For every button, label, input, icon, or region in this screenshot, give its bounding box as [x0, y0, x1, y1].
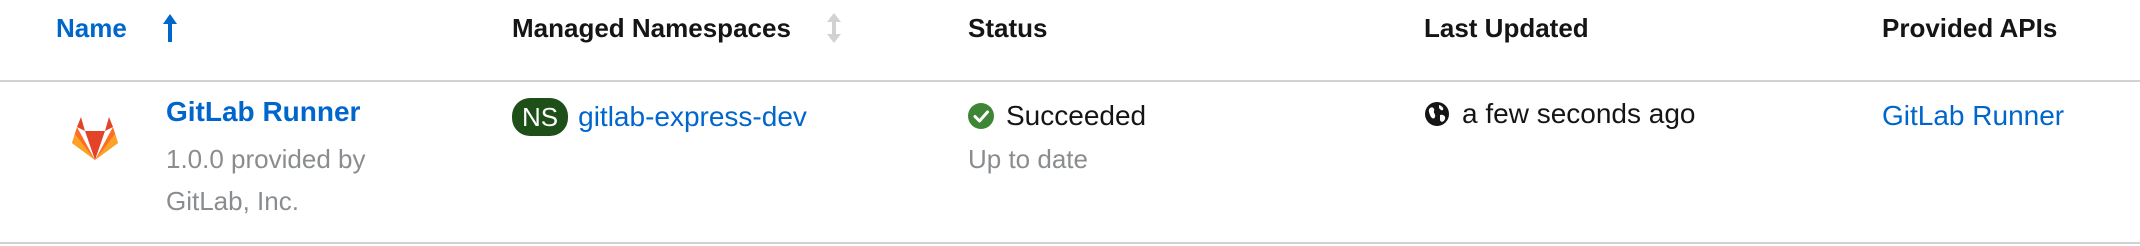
arrow-up-icon[interactable]	[162, 14, 177, 42]
table-row: GitLab Runner 1.0.0 provided by GitLab, …	[0, 82, 2140, 244]
column-header-provided-apis: Provided APIs	[1882, 10, 2057, 46]
installed-operators-table: Name Managed Namespaces Status Last Upda…	[0, 0, 2140, 246]
status-text: Succeeded	[1006, 100, 1147, 131]
provided-api-link[interactable]: GitLab Runner	[1882, 100, 2064, 132]
column-header-last-updated-label: Last Updated	[1424, 12, 1589, 43]
column-header-name[interactable]: Name	[56, 10, 177, 46]
last-updated-cell: a few seconds ago	[1424, 98, 1696, 130]
sort-both-icon[interactable]	[826, 13, 841, 43]
column-header-status: Status	[968, 10, 1047, 46]
gitlab-logo-icon	[70, 114, 120, 164]
column-header-provided-apis-label: Provided APIs	[1882, 12, 2058, 43]
managed-namespace-cell: NS gitlab-express-dev	[512, 98, 807, 136]
status-cell: Succeeded	[968, 100, 1146, 132]
status-detail-text: Up to date	[968, 144, 1088, 174]
column-header-name-label: Name	[56, 12, 127, 43]
operator-name-link[interactable]: GitLab Runner	[166, 96, 360, 128]
globe-icon	[1424, 101, 1450, 127]
table-header-row: Name Managed Namespaces Status Last Upda…	[0, 0, 2140, 82]
operator-provider-text: 1.0.0 provided by GitLab, Inc.	[166, 144, 366, 216]
column-header-last-updated: Last Updated	[1424, 10, 1589, 46]
column-header-managed-namespaces[interactable]: Managed Namespaces	[512, 10, 841, 46]
check-circle-icon	[968, 103, 994, 129]
namespace-badge: NS	[512, 98, 569, 136]
column-header-status-label: Status	[968, 12, 1048, 43]
last-updated-text: a few seconds ago	[1462, 98, 1696, 129]
column-header-managed-namespaces-label: Managed Namespaces	[512, 12, 791, 43]
namespace-link[interactable]: gitlab-express-dev	[578, 101, 807, 133]
